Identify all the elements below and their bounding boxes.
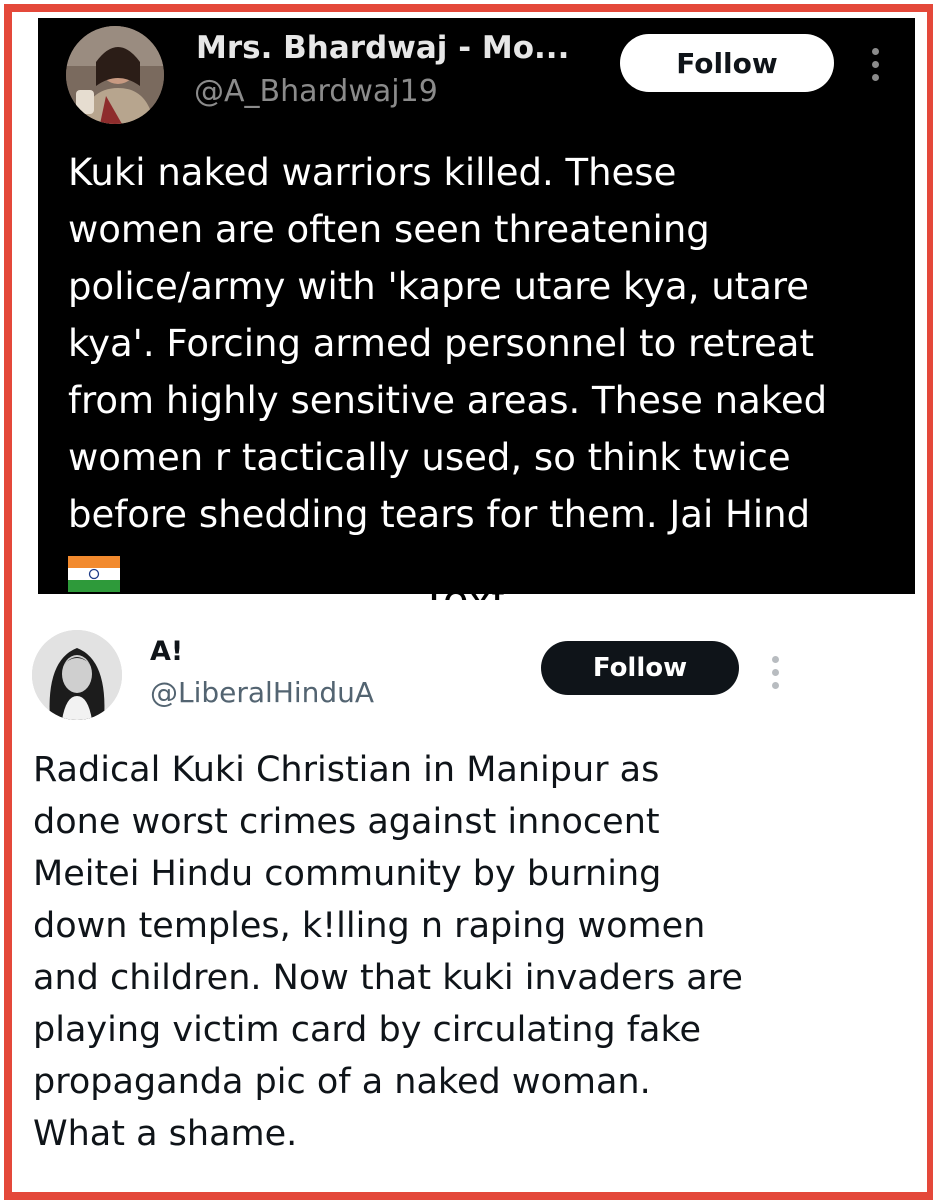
avatar-photo-icon [32,630,122,720]
user-handle[interactable]: @LiberalHinduA [150,676,374,709]
follow-button[interactable]: Follow [541,641,739,695]
user-handle[interactable]: @A_Bhardwaj19 [194,74,438,109]
display-name[interactable]: A! [150,636,183,667]
india-flag-icon [68,556,120,592]
tweet-text: Radical Kuki Christian in Manipur as don… [33,750,743,1154]
avatar[interactable] [32,630,122,720]
avatar[interactable] [66,26,164,124]
tweet-card-light: A! @LiberalHinduA Follow Radical Kuki Ch… [20,600,915,1172]
more-options-icon[interactable] [772,656,780,695]
avatar-photo-icon [66,26,164,124]
display-name[interactable]: Mrs. Bhardwaj - Mo... [196,30,569,66]
tweet-card-dark: Mrs. Bhardwaj - Mo... @A_Bhardwaj19 Foll… [38,18,915,594]
follow-button[interactable]: Follow [620,34,834,92]
more-options-icon[interactable] [872,48,880,87]
tweet-text: Kuki naked warriors killed. These women … [68,151,828,536]
